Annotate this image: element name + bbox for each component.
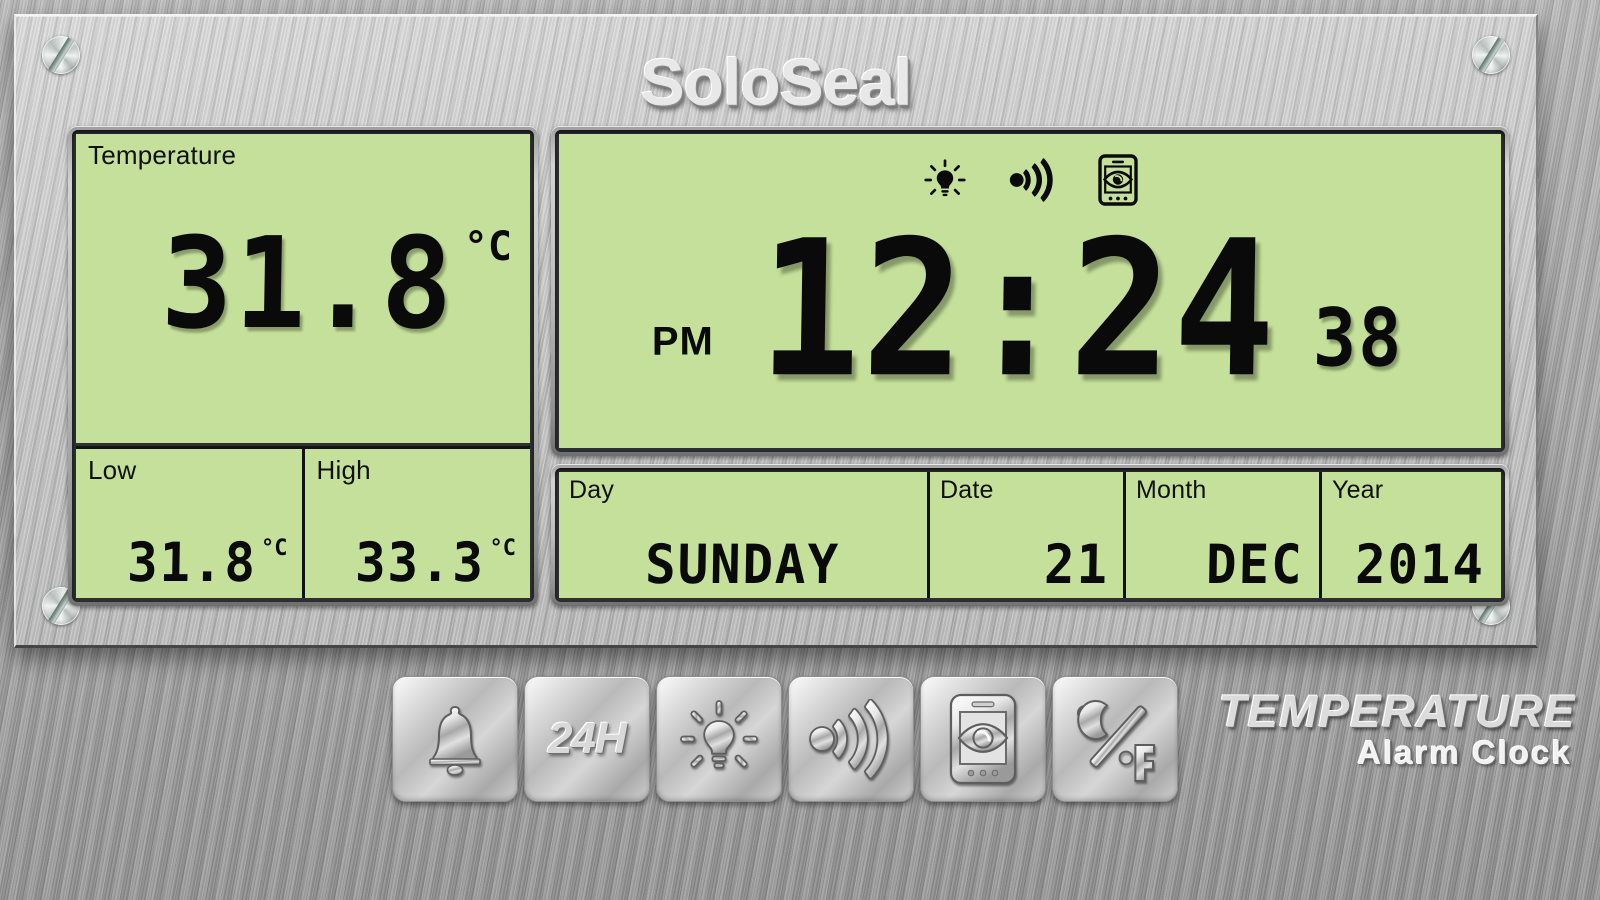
temperature-low-cell: Low 31.8 °C: [76, 449, 302, 598]
temperature-module-bezel: Temperature 31.8 °C Low 31.8 °C High: [72, 130, 534, 602]
high-label: High: [317, 455, 371, 486]
unit-toggle-button[interactable]: [1052, 676, 1178, 802]
date-module: Day SUNDAY Date 21 Month DEC: [551, 464, 1509, 606]
temperature-value-row: 31.8 °C: [76, 220, 512, 346]
year-label: Year: [1332, 476, 1383, 505]
temperature-high-cell: High 33.3 °C: [302, 449, 531, 598]
clock-module-bezel: PM 12:24 38: [555, 130, 1505, 452]
backlight-button[interactable]: [656, 676, 782, 802]
sound-button[interactable]: [788, 676, 914, 802]
alarm-button[interactable]: [392, 676, 518, 802]
temperature-module: Temperature 31.8 °C Low 31.8 °C High: [68, 126, 538, 606]
sound-waves-icon: [1008, 158, 1058, 202]
temperature-unit: °C: [464, 226, 512, 266]
temperature-minmax-row: Low 31.8 °C High 33.3 °C: [76, 446, 530, 598]
shake-button[interactable]: [920, 676, 1046, 802]
clock-module: PM 12:24 38: [551, 126, 1509, 456]
toolbar: 24H: [392, 676, 1178, 802]
clock-time-row: PM 12:24 38: [559, 227, 1501, 392]
temperature-label: Temperature: [88, 140, 236, 171]
day-value: SUNDAY: [645, 538, 841, 592]
clock-display: PM 12:24 38: [559, 134, 1501, 448]
shake-device-icon: [1098, 154, 1138, 206]
brand-title: SoloSeal: [16, 44, 1536, 120]
product-subtitle: Alarm Clock: [1222, 734, 1572, 772]
high-value: 33.3: [355, 536, 486, 590]
date-value: 21: [1044, 538, 1110, 592]
status-icon-row: [559, 154, 1501, 206]
date-cell-year: Year 2014: [1319, 472, 1501, 598]
metal-plate: SoloSeal Temperature 31.8 °C Low 31.8 °C: [14, 14, 1538, 648]
date-module-bezel: Day SUNDAY Date 21 Month DEC: [555, 468, 1505, 602]
date-cell-date: Date 21: [927, 472, 1123, 598]
year-value: 2014: [1355, 538, 1486, 592]
low-value-row: 31.8 °C: [123, 536, 288, 590]
year-value-wrap: 2014: [1322, 538, 1489, 592]
low-value: 31.8: [127, 536, 258, 590]
high-value-row: 33.3 °C: [351, 536, 516, 590]
day-value-wrap: SUNDAY: [559, 538, 927, 592]
meridiem-indicator: PM: [652, 320, 714, 365]
low-unit: °C: [261, 538, 288, 560]
product-logo: TEMPERATURE Alarm Clock: [1222, 686, 1572, 772]
clock-time: 12:24: [757, 227, 1278, 392]
date-cell-month: Month DEC: [1123, 472, 1319, 598]
month-value-wrap: DEC: [1126, 538, 1307, 592]
product-name: TEMPERATURE: [1218, 686, 1575, 738]
low-label: Low: [88, 455, 136, 486]
clock-seconds: 38: [1312, 299, 1404, 379]
format-24h-label: 24H: [548, 714, 626, 764]
backlight-icon: [922, 157, 968, 203]
day-label: Day: [569, 476, 614, 505]
date-value-wrap: 21: [930, 538, 1111, 592]
month-label: Month: [1136, 476, 1206, 505]
temperature-value: 31.8: [161, 220, 456, 346]
date-display: Day SUNDAY Date 21 Month DEC: [559, 472, 1501, 598]
month-value: DEC: [1206, 538, 1304, 592]
high-unit: °C: [490, 538, 517, 560]
date-cell-day: Day SUNDAY: [559, 472, 927, 598]
format-24h-button[interactable]: 24H: [524, 676, 650, 802]
date-label: Date: [940, 476, 994, 505]
temperature-main-display: Temperature 31.8 °C: [76, 134, 530, 443]
